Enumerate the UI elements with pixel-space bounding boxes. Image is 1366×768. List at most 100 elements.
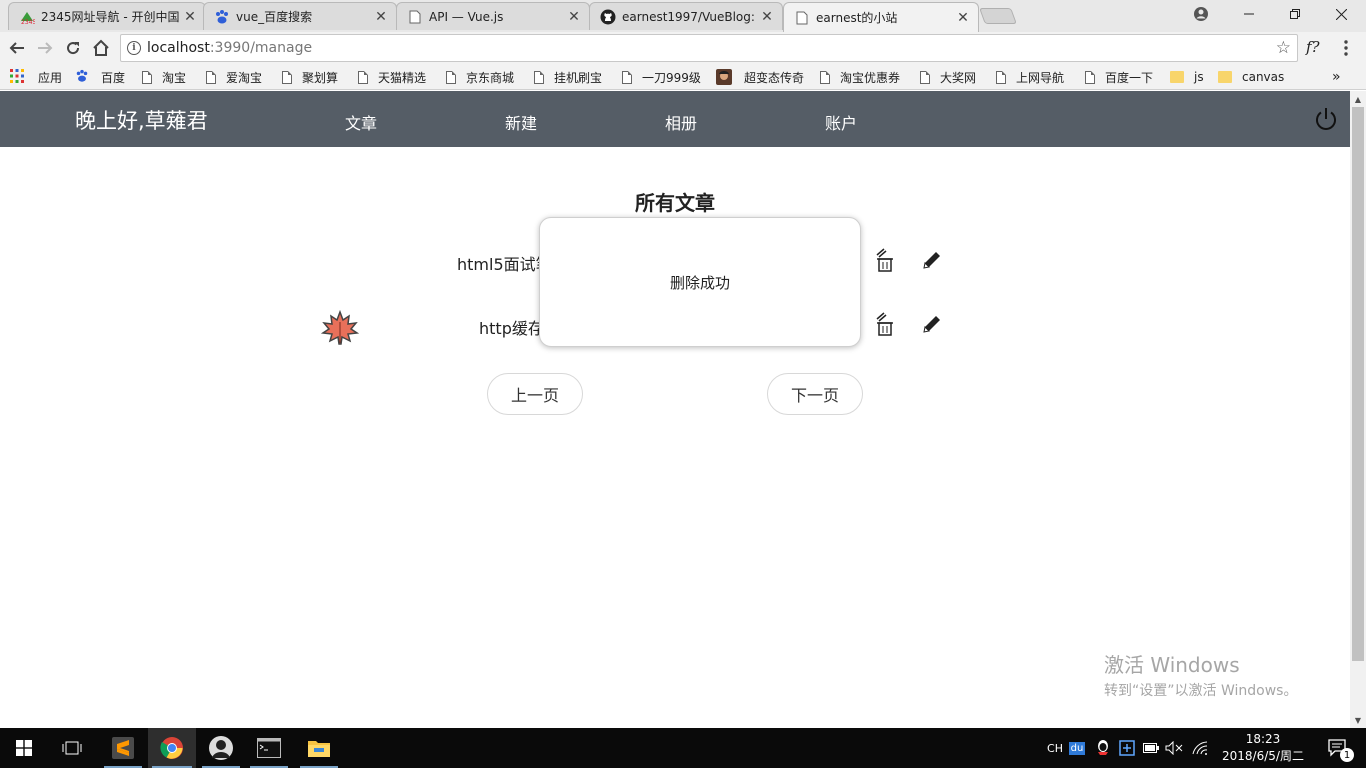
bookmark-baidu-search[interactable]: 百度一下 xyxy=(1085,68,1153,86)
browser-tab-2345[interactable]: 2345 2345网址导航 - 开创中国 ✕ xyxy=(8,2,206,30)
close-window-button[interactable] xyxy=(1318,0,1364,28)
terminal-taskbar-icon[interactable] xyxy=(246,728,292,768)
bookmark-yidao[interactable]: 一刀999级 xyxy=(622,68,701,86)
bookmark-label: 聚划算 xyxy=(302,70,339,85)
extension-formula-icon[interactable]: f? xyxy=(1306,38,1320,56)
scroll-down-arrow-icon[interactable]: ▼ xyxy=(1350,712,1366,728)
baidu-ime-label: du xyxy=(1068,741,1086,755)
article-title[interactable]: html5面试笔 xyxy=(457,251,552,275)
tab-close-icon[interactable]: ✕ xyxy=(956,11,970,25)
bookmark-ai-taobao[interactable]: 爱淘宝 xyxy=(206,68,262,86)
tab-close-icon[interactable]: ✕ xyxy=(760,10,774,24)
taskbar-clock[interactable]: 18:23 2018/6/5/周二 xyxy=(1214,731,1312,765)
article-title[interactable]: http缓存 xyxy=(479,315,544,339)
bookmark-star-icon[interactable]: ☆ xyxy=(1276,39,1291,57)
bookmark-label: 天猫精选 xyxy=(378,70,427,85)
next-page-button[interactable]: 下一页 xyxy=(767,373,863,415)
nav-album[interactable]: 相册 xyxy=(665,110,697,134)
bookmark-coupon[interactable]: 淘宝优惠券 xyxy=(820,68,900,86)
bookmark-baidu[interactable]: 百度 xyxy=(75,68,125,86)
page-scrollbar[interactable]: ▲ ▼ xyxy=(1350,91,1366,728)
bookmark-label: 上网导航 xyxy=(1016,70,1065,85)
page-icon xyxy=(920,70,930,84)
bookmarks-overflow-chevron-icon[interactable]: » xyxy=(1332,68,1341,86)
bookmark-label: 应用 xyxy=(38,70,63,85)
apps-grid-icon xyxy=(10,68,24,86)
2345-favicon-icon: 2345 xyxy=(19,9,35,25)
page-icon xyxy=(622,70,632,84)
bookmark-label: 超变态传奇 xyxy=(744,70,805,85)
reload-button[interactable] xyxy=(62,37,84,59)
scrollbar-thumb[interactable] xyxy=(1352,107,1364,661)
file-explorer-taskbar-icon[interactable] xyxy=(296,728,342,768)
bookmark-label: 挂机刷宝 xyxy=(554,70,603,85)
game-avatar-icon xyxy=(716,69,732,85)
baidu-ime-icon[interactable]: du xyxy=(1068,728,1086,768)
edit-pencil-icon[interactable] xyxy=(920,311,942,337)
bookmark-folder-js[interactable]: js xyxy=(1170,68,1204,86)
tab-close-icon[interactable]: ✕ xyxy=(567,10,581,24)
qq-tray-icon[interactable] xyxy=(1094,728,1112,768)
folder-icon xyxy=(1170,71,1184,83)
restore-button[interactable] xyxy=(1272,0,1318,28)
delete-trash-icon[interactable] xyxy=(874,311,896,337)
bookmark-label: 一刀999级 xyxy=(642,70,701,85)
browser-tab-github[interactable]: earnest1997/VueBlog: ( ✕ xyxy=(589,2,783,30)
wifi-icon[interactable] xyxy=(1190,728,1210,768)
minimize-button[interactable] xyxy=(1226,0,1272,28)
browser-tab-vue-baidu[interactable]: vue_百度搜索 ✕ xyxy=(203,2,397,30)
browser-toolbar: i localhost:3990/manage ☆ f? xyxy=(0,32,1366,64)
bookmark-label: 淘宝优惠券 xyxy=(840,70,901,85)
browser-tab-earnest-active[interactable]: earnest的小站 ✕ xyxy=(783,2,979,32)
address-bar[interactable]: i localhost:3990/manage ☆ xyxy=(120,34,1298,62)
bookmark-label: 爱淘宝 xyxy=(226,70,263,85)
bookmark-tmall[interactable]: 天猫精选 xyxy=(358,68,426,86)
maple-leaf-icon xyxy=(320,309,360,346)
bookmark-chuanqi[interactable]: 超变态传奇 xyxy=(716,68,804,86)
new-tab-button[interactable] xyxy=(979,8,1017,24)
task-view-icon[interactable] xyxy=(48,728,96,768)
site-info-icon[interactable]: i xyxy=(127,41,141,55)
home-button[interactable] xyxy=(90,37,112,59)
back-button[interactable] xyxy=(6,37,28,59)
chrome-menu-icon[interactable] xyxy=(1338,38,1354,58)
nav-account[interactable]: 账户 xyxy=(825,110,857,134)
app-avatar-taskbar-icon[interactable] xyxy=(198,728,244,768)
network-app-tray-icon[interactable] xyxy=(1118,728,1136,768)
bookmark-apps[interactable]: 应用 xyxy=(10,68,62,86)
windows-activation-watermark: 激活 Windows 转到“设置”以激活 Windows。 xyxy=(1104,649,1297,700)
bookmark-folder-canvas[interactable]: canvas xyxy=(1218,68,1284,86)
nav-new[interactable]: 新建 xyxy=(505,110,537,134)
windows-taskbar: CH du 18:23 2018/6/5/周二 1 xyxy=(0,728,1366,768)
tab-title: earnest1997/VueBlog: ( xyxy=(622,9,756,24)
tab-close-icon[interactable]: ✕ xyxy=(374,10,388,24)
page-icon xyxy=(358,70,368,84)
bookmark-shangwang[interactable]: 上网导航 xyxy=(996,68,1064,86)
nav-articles[interactable]: 文章 xyxy=(345,110,377,134)
page-icon xyxy=(282,70,292,84)
sublime-text-taskbar-icon[interactable] xyxy=(100,728,146,768)
logout-power-icon[interactable] xyxy=(1314,107,1338,131)
battery-icon[interactable] xyxy=(1142,728,1160,768)
windows-start-icon[interactable] xyxy=(0,728,48,768)
delete-trash-icon[interactable] xyxy=(874,247,896,273)
profile-icon[interactable] xyxy=(1178,0,1224,28)
volume-muted-icon[interactable] xyxy=(1164,728,1184,768)
forward-button[interactable] xyxy=(34,37,56,59)
bookmark-dajiang[interactable]: 大奖网 xyxy=(920,68,976,86)
scroll-up-arrow-icon[interactable]: ▲ xyxy=(1350,91,1366,107)
prev-page-button[interactable]: 上一页 xyxy=(487,373,583,415)
bookmark-guaji[interactable]: 挂机刷宝 xyxy=(534,68,602,86)
bookmark-juhuasuan[interactable]: 聚划算 xyxy=(282,68,338,86)
page-icon xyxy=(534,70,544,84)
baidu-paw-icon xyxy=(75,69,89,86)
bookmark-taobao[interactable]: 淘宝 xyxy=(142,68,186,86)
chrome-taskbar-icon[interactable] xyxy=(148,728,196,768)
bookmark-jd[interactable]: 京东商城 xyxy=(446,68,514,86)
action-center-icon[interactable]: 1 xyxy=(1318,728,1358,768)
ime-language-indicator[interactable]: CH xyxy=(1044,728,1066,768)
edit-pencil-icon[interactable] xyxy=(920,247,942,273)
browser-tab-vue-api[interactable]: API — Vue.js ✕ xyxy=(396,2,590,30)
tab-close-icon[interactable]: ✕ xyxy=(183,10,197,24)
page-icon xyxy=(996,70,1006,84)
